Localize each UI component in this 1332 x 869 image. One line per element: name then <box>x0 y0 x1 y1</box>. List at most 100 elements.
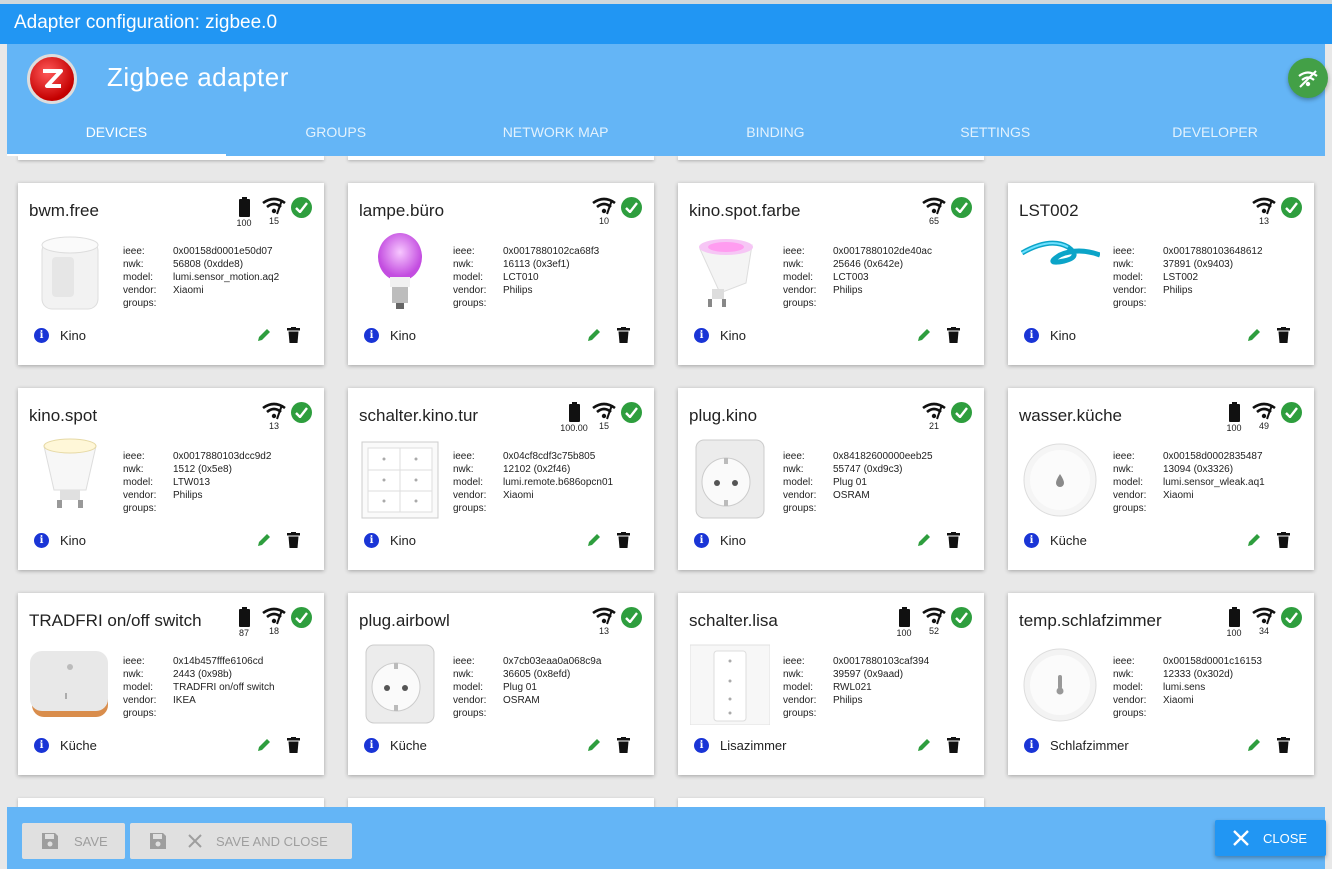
delete-icon[interactable] <box>947 737 960 758</box>
device-room: Kino <box>390 328 417 343</box>
save-and-close-button[interactable]: SAVE AND CLOSE <box>130 823 352 859</box>
device-card[interactable]: plug.airbowl 13 ieee: 0x7cb03eaa0a068c9a nwk… <box>348 593 654 775</box>
prop-label: model: <box>1113 682 1144 693</box>
prop-label: ieee: <box>123 451 145 462</box>
info-icon[interactable]: i <box>364 533 379 548</box>
delete-icon[interactable] <box>1277 327 1290 348</box>
link-quality-icon <box>922 607 946 625</box>
battery-icon <box>568 402 580 422</box>
save-button[interactable]: SAVE <box>22 823 125 859</box>
info-icon[interactable]: i <box>364 328 379 343</box>
info-icon[interactable]: i <box>694 328 709 343</box>
window-title: Adapter configuration: zigbee.0 <box>14 12 278 33</box>
device-card[interactable]: temp.schlafzimmer 100 34 ieee: 0x00158d0001c… <box>1008 593 1314 775</box>
device-card[interactable]: TRADFRI on/off switch 87 18 ieee: 0x14b457ff… <box>18 593 324 775</box>
edit-icon[interactable] <box>916 327 932 348</box>
info-icon[interactable]: i <box>34 738 49 753</box>
delete-icon[interactable] <box>617 327 630 348</box>
close-button[interactable]: CLOSE <box>1215 820 1326 856</box>
device-grid[interactable]: bwm.free 100 15 ieee: 0x00158d0001e50d07 nwk:… <box>7 156 1325 807</box>
delete-icon[interactable] <box>947 327 960 348</box>
prop-label: model: <box>453 477 484 488</box>
edit-icon[interactable] <box>916 532 932 553</box>
edit-icon[interactable] <box>256 327 272 348</box>
tab-developer[interactable]: DEVELOPER <box>1105 112 1325 156</box>
tab-binding[interactable]: BINDING <box>666 112 886 156</box>
battery-indicator: 100 <box>891 607 917 638</box>
tab-devices[interactable]: DEVICES <box>7 112 226 156</box>
device-card[interactable]: LST002 13 ieee: 0x0017880103648612 nwk: 37891… <box>1008 183 1314 365</box>
edit-icon[interactable] <box>586 737 602 758</box>
prop-label: vendor: <box>783 490 817 501</box>
prop-vendor: vendor: Philips <box>453 284 599 297</box>
prop-label: nwk: <box>453 464 474 475</box>
tab-network-map[interactable]: NETWORK MAP <box>446 112 666 156</box>
device-card[interactable]: plug.kino 21 ieee: 0x84182600000eeb25 nwk: 55… <box>678 388 984 570</box>
tab-groups[interactable]: GROUPS <box>226 112 446 156</box>
edit-icon[interactable] <box>586 532 602 553</box>
info-icon[interactable]: i <box>694 738 709 753</box>
device-properties: ieee: 0x00158d0002835487 nwk: 13094 (0x3326… <box>1113 450 1265 515</box>
device-card[interactable]: bwm.free 100 15 ieee: 0x00158d0001e50d07 nwk:… <box>18 183 324 365</box>
edit-icon[interactable] <box>256 532 272 553</box>
info-icon[interactable]: i <box>1024 533 1039 548</box>
device-card[interactable]: schalter.kino.tur 100.00 15 ieee: 0x04cf8cdf… <box>348 388 654 570</box>
delete-icon[interactable] <box>287 737 300 758</box>
device-properties: ieee: 0x84182600000eeb25 nwk: 55747 (0xd9c3… <box>783 450 933 515</box>
info-icon[interactable]: i <box>34 328 49 343</box>
connection-status-button[interactable] <box>1288 58 1328 98</box>
prop-nwk: nwk: 16113 (0x3ef1) <box>453 258 599 271</box>
edit-icon[interactable] <box>1246 532 1262 553</box>
prop-groups: groups: <box>453 297 599 310</box>
delete-icon[interactable] <box>1277 737 1290 758</box>
prop-value: LTW013 <box>173 477 211 488</box>
link-quality-icon <box>592 197 616 215</box>
edit-icon[interactable] <box>256 737 272 758</box>
delete-icon[interactable] <box>617 737 630 758</box>
delete-icon[interactable] <box>947 532 960 553</box>
edit-icon[interactable] <box>1246 737 1262 758</box>
prop-model: model: RWL021 <box>783 681 929 694</box>
prop-label: model: <box>123 272 154 283</box>
device-card[interactable]: lampe.büro 10 ieee: 0x0017880102ca68f3 nwk: 1… <box>348 183 654 365</box>
info-icon[interactable]: i <box>1024 738 1039 753</box>
delete-icon[interactable] <box>1277 532 1290 553</box>
edit-icon[interactable] <box>916 737 932 758</box>
prop-value: 0x00158d0002835487 <box>1163 451 1263 462</box>
device-card[interactable]: kino.spot.farbe 65 ieee: 0x0017880102de40ac… <box>678 183 984 365</box>
prop-label: groups: <box>783 503 817 514</box>
device-room: Küche <box>60 738 97 753</box>
device-card[interactable]: kino.spot 13 ieee: 0x0017880103dcc9d2 nwk: 15… <box>18 388 324 570</box>
device-card[interactable]: schalter.lisa 100 52 ieee: 0x0017880103caf39… <box>678 593 984 775</box>
prop-ieee: ieee: 0x0017880102de40ac <box>783 245 932 258</box>
edit-icon[interactable] <box>1246 327 1262 348</box>
delete-icon[interactable] <box>287 532 300 553</box>
battery-icon <box>1228 402 1240 422</box>
device-card[interactable]: wasser.küche 100 49 ieee: 0x00158d0002835487… <box>1008 388 1314 570</box>
prop-groups: groups: <box>123 707 275 720</box>
link-quality-icon <box>592 607 616 625</box>
prop-groups: groups: <box>1113 707 1262 720</box>
prop-label: model: <box>1113 272 1144 283</box>
delete-icon[interactable] <box>617 532 630 553</box>
delete-icon[interactable] <box>287 327 300 348</box>
info-icon[interactable]: i <box>34 533 49 548</box>
prop-value: lumi.sensor_motion.aq2 <box>173 272 280 283</box>
prop-groups: groups: <box>783 502 933 515</box>
tab-settings[interactable]: SETTINGS <box>885 112 1105 156</box>
device-image <box>360 231 440 315</box>
device-indicators: 13 <box>1251 197 1302 226</box>
prop-label: nwk: <box>123 259 144 270</box>
prop-groups: groups: <box>783 297 932 310</box>
info-icon[interactable]: i <box>364 738 379 753</box>
prop-nwk: nwk: 12102 (0x2f46) <box>453 463 613 476</box>
prop-value: 16113 (0x3ef1) <box>503 259 570 270</box>
check-circle-icon <box>291 607 312 628</box>
info-icon[interactable]: i <box>694 533 709 548</box>
prop-value: lumi.sens <box>1163 682 1206 693</box>
prop-value: 0x00158d0001e50d07 <box>173 246 273 257</box>
edit-icon[interactable] <box>586 327 602 348</box>
info-icon[interactable]: i <box>1024 328 1039 343</box>
prop-label: model: <box>123 477 154 488</box>
device-indicators: 10 <box>591 197 642 226</box>
